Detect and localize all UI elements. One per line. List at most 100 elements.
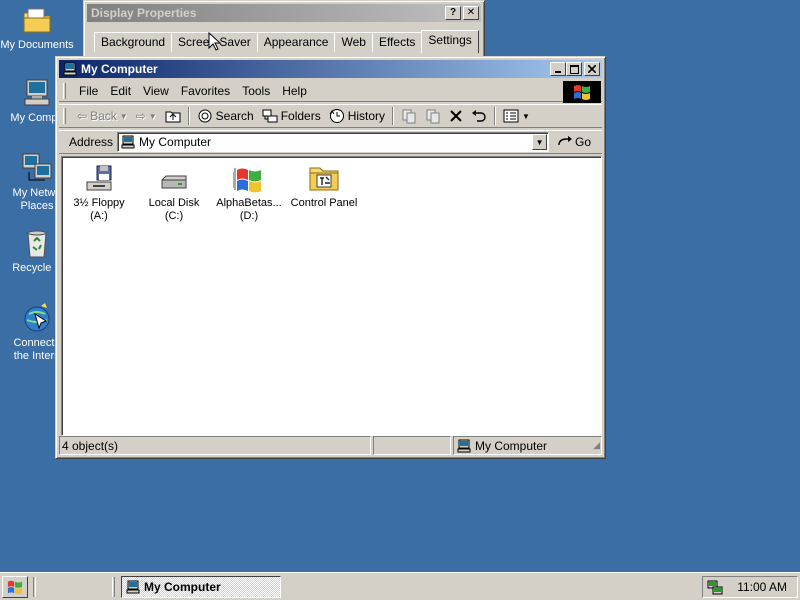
cd-drive-icon xyxy=(232,162,265,194)
menu-view[interactable]: View xyxy=(137,82,175,100)
computer-icon xyxy=(63,62,77,76)
search-label: Search xyxy=(215,109,254,123)
undo-button[interactable] xyxy=(467,106,491,126)
quick-launch-divider xyxy=(112,576,115,597)
views-icon xyxy=(503,109,519,123)
windows-logo xyxy=(563,81,601,103)
go-button[interactable]: Go xyxy=(557,135,591,149)
up-button[interactable] xyxy=(161,106,185,126)
back-arrow-icon: ⇦ xyxy=(77,109,88,123)
folders-button[interactable]: Folders xyxy=(258,106,325,126)
history-button[interactable]: History xyxy=(325,106,389,126)
list-item-control-panel[interactable]: Control Panel xyxy=(288,162,360,210)
views-button[interactable]: ▼ xyxy=(499,106,534,126)
back-label: Back xyxy=(90,109,117,123)
maximize-icon xyxy=(569,64,579,74)
taskbar: My Computer 11:00 AM xyxy=(0,572,800,600)
status-location: My Computer xyxy=(475,438,548,453)
standard-toolbar: ⇦ Back ▼ ⇨ ▼ Search Folders History ▼ xyxy=(59,104,602,128)
computer-icon xyxy=(457,439,471,452)
move-to-button[interactable] xyxy=(397,106,421,126)
folders-label: Folders xyxy=(280,109,321,123)
clock[interactable]: 11:00 AM xyxy=(737,580,787,594)
status-zone: My Computer ◢ xyxy=(453,436,602,455)
resize-grip-icon[interactable]: ◢ xyxy=(593,440,600,451)
forward-arrow-icon: ⇨ xyxy=(135,109,146,123)
copy-to-icon xyxy=(426,109,440,124)
menu-tools[interactable]: Tools xyxy=(236,82,276,100)
windows-flag-icon xyxy=(574,85,590,100)
computer-icon xyxy=(21,77,53,109)
my-computer-titlebar[interactable]: My Computer xyxy=(59,60,602,78)
menu-edit[interactable]: Edit xyxy=(104,82,137,100)
windows-flag-icon xyxy=(7,580,23,594)
close-icon xyxy=(588,65,596,73)
chevron-down-icon: ▼ xyxy=(535,137,544,147)
close-button[interactable]: ✕ xyxy=(463,6,479,20)
list-item-local-disk[interactable]: Local Disk (C:) xyxy=(138,162,210,223)
list-item-cd-drive[interactable]: AlphaBetas... (D:) xyxy=(213,162,285,223)
chevron-down-icon: ▼ xyxy=(119,111,128,121)
address-value: My Computer xyxy=(139,135,212,149)
tab-background[interactable]: Background xyxy=(94,32,173,52)
tab-web[interactable]: Web xyxy=(334,32,373,52)
maximize-button[interactable] xyxy=(566,62,582,76)
display-properties-window[interactable]: Display Properties ? ✕ Background Screen… xyxy=(83,0,485,62)
tab-settings[interactable]: Settings xyxy=(421,30,479,53)
control-panel-icon xyxy=(308,162,340,194)
my-computer-window[interactable]: My Computer File Edit View Favorites Too… xyxy=(55,56,606,459)
status-pane-empty xyxy=(373,436,451,455)
folder-up-icon xyxy=(165,111,181,123)
address-dropdown-button[interactable]: ▼ xyxy=(532,134,548,150)
menu-bar: File Edit View Favorites Tools Help xyxy=(59,80,602,102)
status-object-count: 4 object(s) xyxy=(59,436,371,455)
close-button[interactable] xyxy=(584,62,600,76)
menu-file[interactable]: File xyxy=(73,82,104,100)
menu-help[interactable]: Help xyxy=(276,82,313,100)
tab-appearance[interactable]: Appearance xyxy=(256,32,336,52)
status-bar: 4 object(s) My Computer ◢ xyxy=(59,436,602,455)
internet-connect-icon xyxy=(21,302,53,334)
list-item-floppy[interactable]: 3½ Floppy (A:) xyxy=(63,162,135,223)
history-icon xyxy=(329,109,344,123)
computer-icon xyxy=(126,580,140,593)
network-tray-icon[interactable] xyxy=(707,579,723,595)
go-label: Go xyxy=(575,135,592,149)
menu-grip[interactable] xyxy=(63,83,66,99)
folders-icon xyxy=(262,109,278,123)
list-item-label: Control Panel xyxy=(290,197,358,209)
toolbar-separator xyxy=(494,107,497,125)
address-input[interactable]: My Computer ▼ xyxy=(117,132,550,152)
toolbar-grip[interactable] xyxy=(63,108,66,124)
address-label: Address xyxy=(69,135,114,149)
delete-icon xyxy=(450,110,462,122)
back-button[interactable]: ⇦ Back ▼ xyxy=(73,106,132,126)
start-button[interactable] xyxy=(2,575,28,598)
menu-favorites[interactable]: Favorites xyxy=(175,82,236,100)
list-item-label: 3½ Floppy (A:) xyxy=(73,197,125,222)
system-tray: 11:00 AM xyxy=(702,576,798,598)
tab-effects[interactable]: Effects xyxy=(371,32,423,52)
quick-launch-divider xyxy=(33,576,36,597)
search-button[interactable]: Search xyxy=(193,106,258,126)
window-title: Display Properties xyxy=(91,6,197,20)
copy-to-button[interactable] xyxy=(421,106,445,126)
floppy-drive-icon xyxy=(83,162,115,194)
file-list-view[interactable]: 3½ Floppy (A:) Local Disk (C:) AlphaBeta… xyxy=(61,156,602,436)
forward-button[interactable]: ⇨ ▼ xyxy=(132,106,161,126)
toolbar-separator xyxy=(392,107,395,125)
help-button[interactable]: ? xyxy=(445,6,461,20)
taskbar-button-my-computer[interactable]: My Computer xyxy=(121,575,281,598)
delete-button[interactable] xyxy=(445,106,467,126)
address-bar: Address My Computer ▼ Go xyxy=(59,130,602,154)
desktop-icon-my-documents[interactable]: My Documents xyxy=(0,4,75,52)
history-label: History xyxy=(347,109,386,123)
tab-strip: Background Screen Saver Appearance Web E… xyxy=(94,29,479,53)
mouse-cursor-icon xyxy=(208,32,222,51)
minimize-button[interactable] xyxy=(550,62,566,76)
taskbar-button-label: My Computer xyxy=(144,579,221,594)
window-title: My Computer xyxy=(81,62,158,76)
hard-disk-icon xyxy=(158,162,190,194)
chevron-down-icon: ▼ xyxy=(522,111,530,121)
display-properties-titlebar[interactable]: Display Properties ? ✕ xyxy=(87,4,481,22)
